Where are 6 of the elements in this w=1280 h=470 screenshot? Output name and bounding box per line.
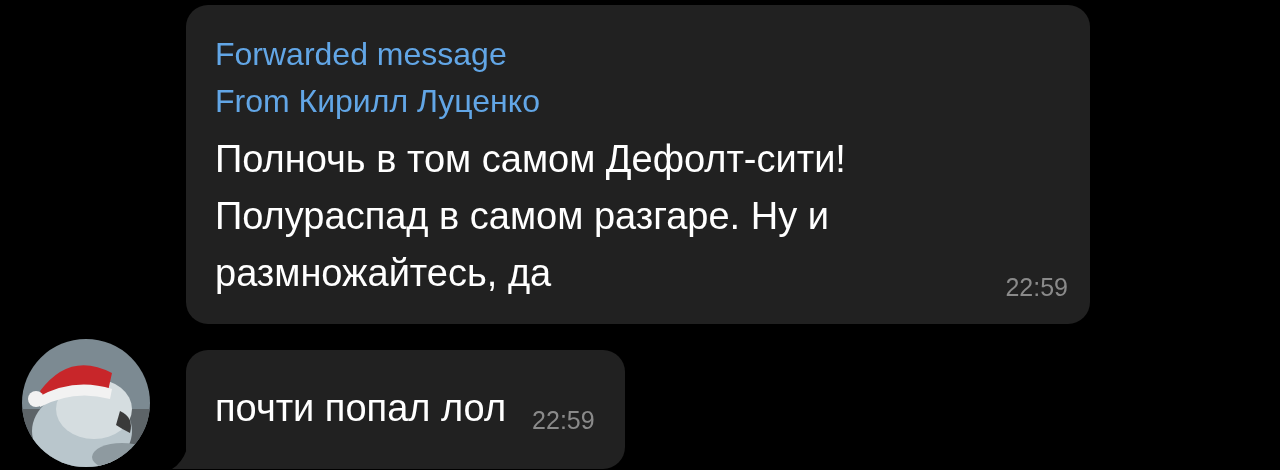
message-time: 22:59 (1005, 273, 1068, 302)
forwarded-sender: From Кирилл Луценко (215, 82, 541, 121)
message-time: 22:59 (532, 405, 595, 436)
message-text: почти попал лол (215, 387, 507, 429)
message-text: Полночь в том самом Дефолт-сити! Полураспад в самом разгаре. Ну и размножайтесь, да (215, 138, 846, 294)
forwarded-label: Forwarded message (215, 35, 508, 74)
